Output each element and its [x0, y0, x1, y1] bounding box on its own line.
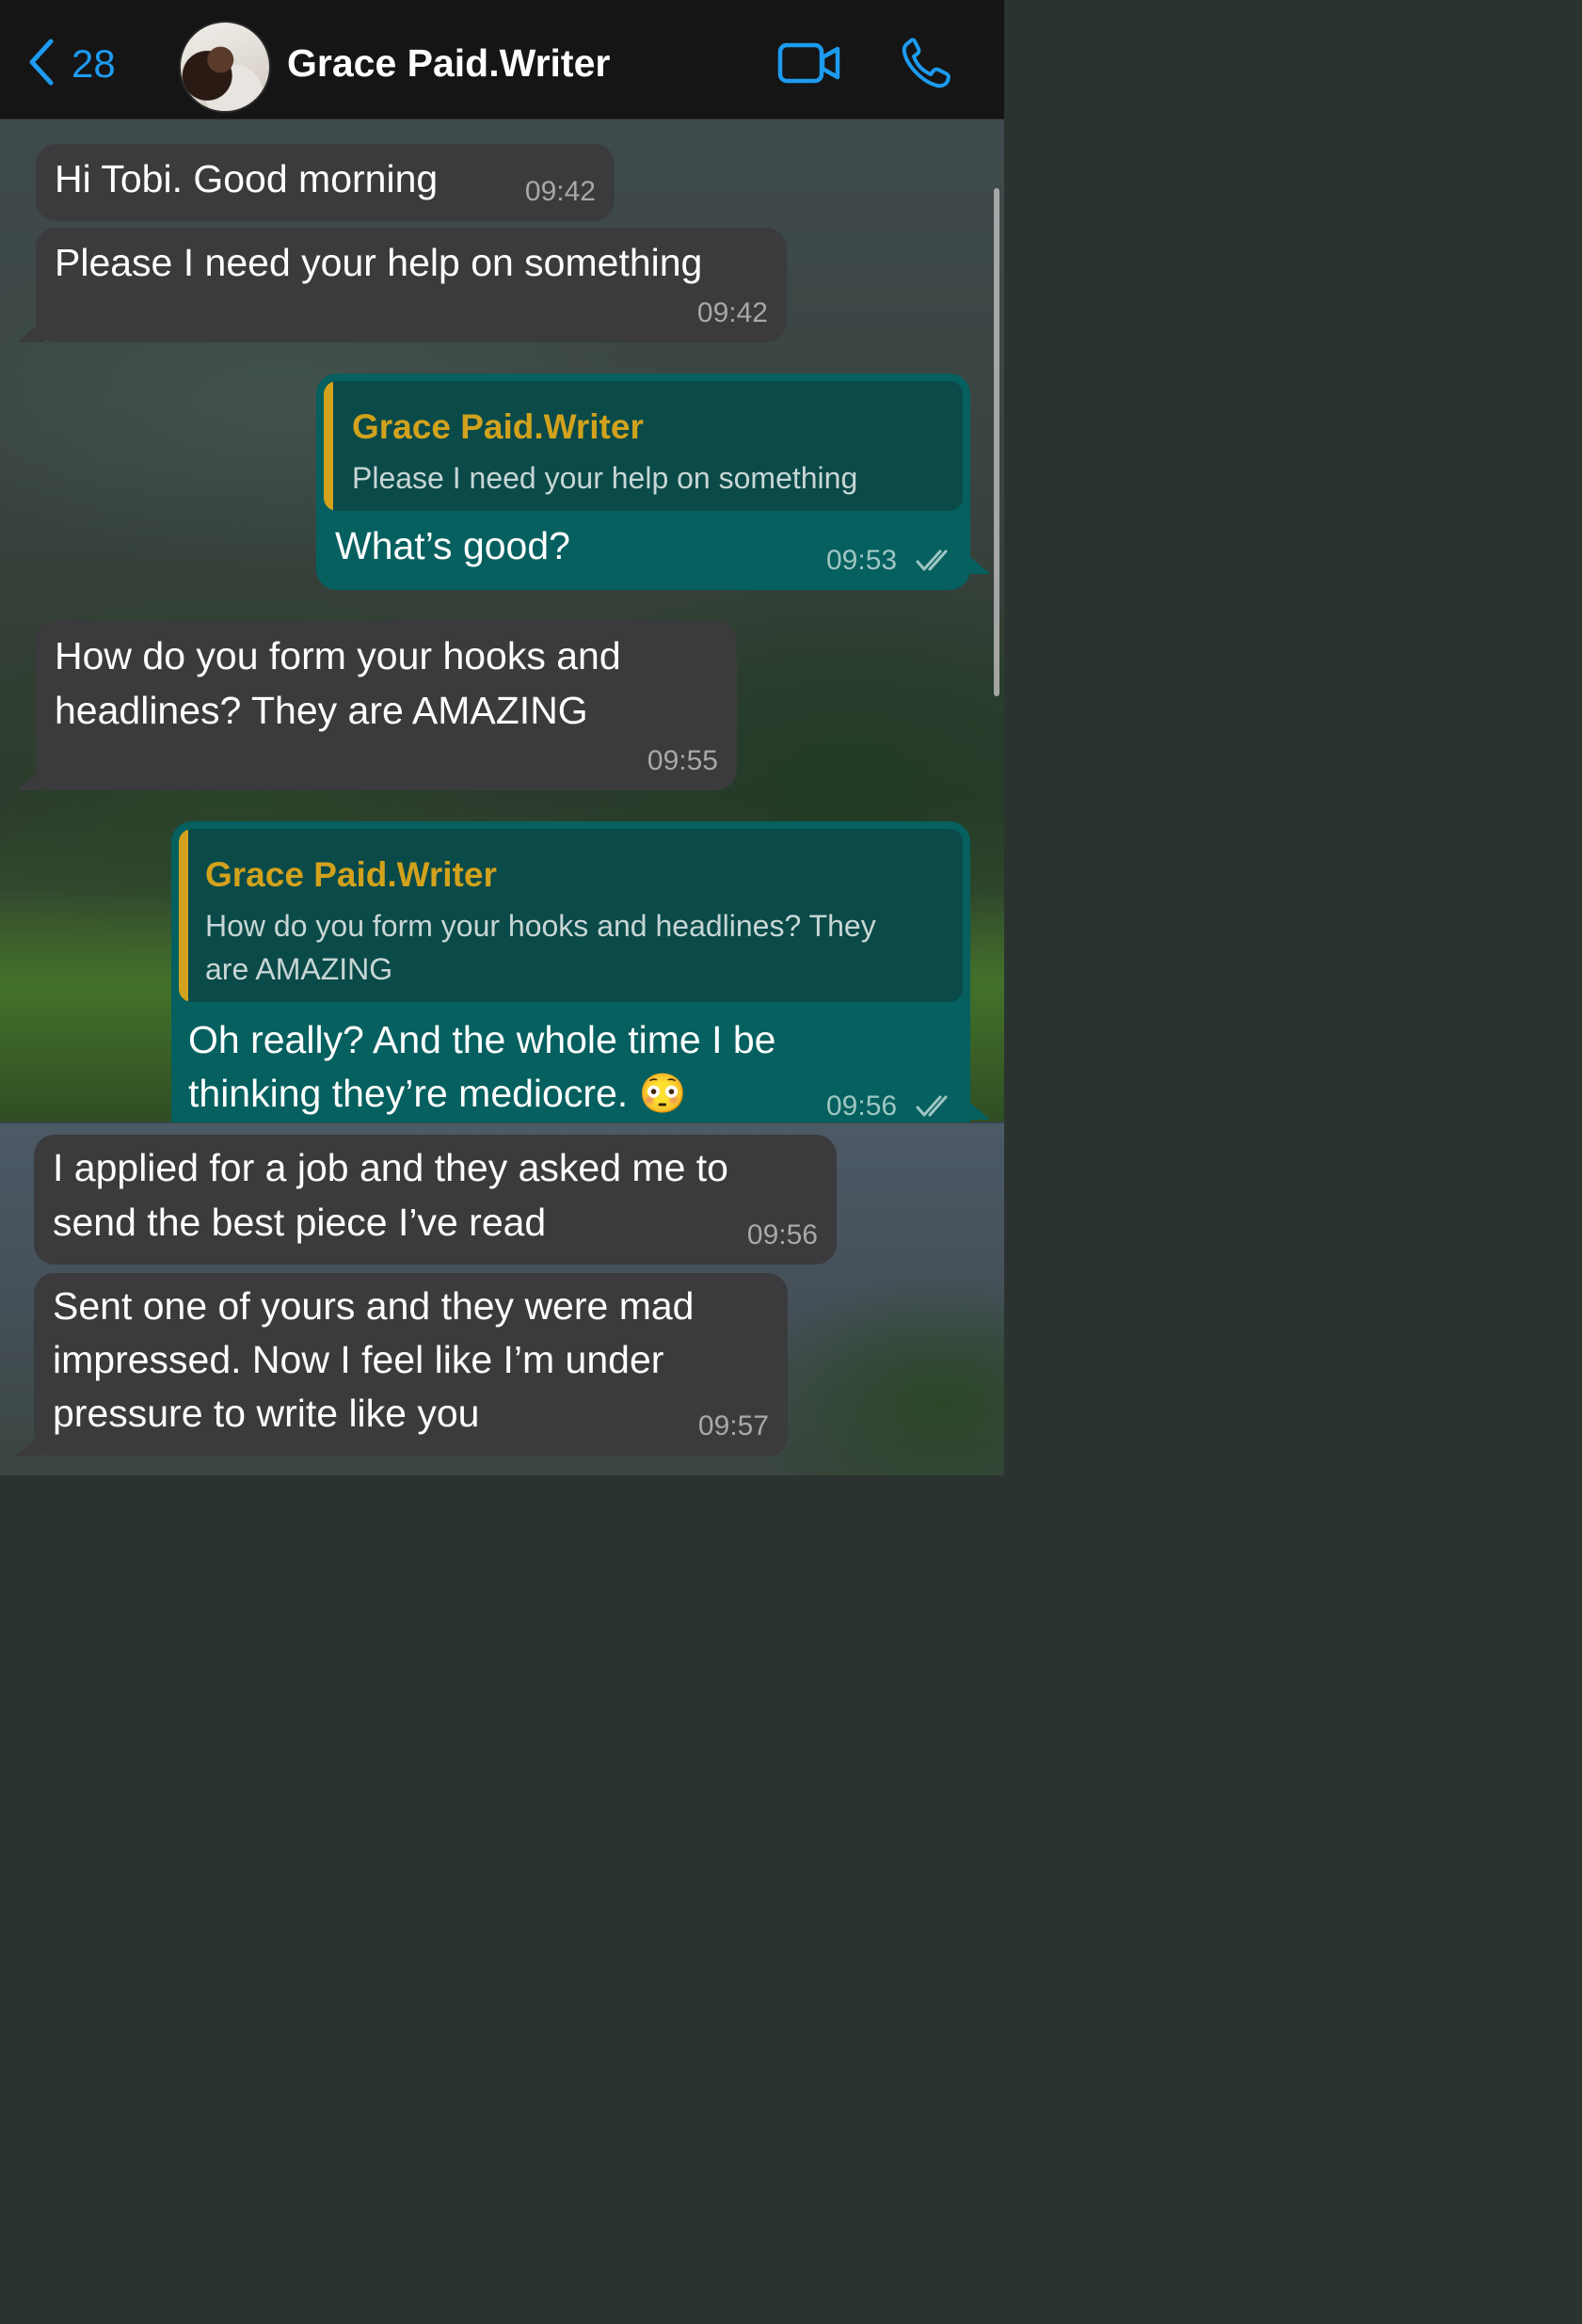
message-text: Hi Tobi. Good morning [55, 157, 439, 200]
unread-count: 28 [72, 41, 116, 86]
message-bubble-incoming[interactable]: Please I need your help on something 09:… [36, 228, 787, 342]
message-bubble-incoming[interactable]: Hi Tobi. Good morning 09:42 [36, 144, 615, 221]
quote-text: Please I need your help on something [352, 461, 858, 495]
avatar[interactable] [179, 21, 271, 113]
message-time: 09:53 [826, 545, 898, 576]
back-button[interactable]: 28 [26, 38, 116, 90]
quote-bar [324, 381, 333, 511]
message-bubble-incoming[interactable]: How do you form your hooks and headlines… [36, 621, 737, 790]
message-time: 09:42 [696, 297, 768, 328]
phone-call-icon[interactable] [900, 38, 952, 94]
message-text-line: I applied for a job and they asked me to [53, 1146, 728, 1189]
message-time: 09:56 [826, 1090, 898, 1122]
message-bubble-outgoing[interactable]: Grace Paid.Writer How do you form your h… [171, 821, 970, 1122]
message-text: What’s good? [335, 524, 570, 567]
reply-quote[interactable]: Grace Paid.Writer Please I need your hel… [324, 381, 963, 511]
message-time: 09:56 [746, 1219, 818, 1250]
message-bubble-incoming[interactable]: Sent one of yours and they were mad impr… [34, 1273, 788, 1456]
chat-header: 28 Grace Paid.Writer [0, 0, 1004, 119]
video-call-icon[interactable] [777, 41, 841, 88]
message-time: 09:57 [697, 1410, 769, 1441]
quote-text-line: are AMAZING [205, 952, 393, 986]
message-bubble-incoming[interactable]: I applied for a job and they asked me to… [34, 1135, 837, 1265]
message-text: Please I need your help on something [55, 241, 703, 284]
read-ticks-icon [916, 549, 955, 578]
quote-text-line: How do you form your hooks and headlines… [205, 909, 876, 943]
message-time: 09:55 [647, 745, 718, 776]
contact-name[interactable]: Grace Paid.Writer [287, 41, 610, 86]
quote-bar [179, 829, 188, 1002]
reply-quote[interactable]: Grace Paid.Writer How do you form your h… [179, 829, 963, 1002]
scrollbar[interactable] [994, 188, 999, 696]
message-time: 09:42 [524, 176, 596, 207]
quote-author: Grace Paid.Writer [205, 855, 497, 894]
message-text-line: thinking they’re mediocre. 😳 [188, 1072, 687, 1115]
message-bubble-outgoing[interactable]: Grace Paid.Writer Please I need your hel… [316, 374, 970, 590]
chevron-left-icon [26, 38, 56, 90]
quote-author: Grace Paid.Writer [352, 407, 644, 446]
message-text-line: How do you form your hooks and [55, 634, 621, 677]
read-ticks-icon [916, 1094, 955, 1123]
message-text-line: send the best piece I’ve read [53, 1201, 547, 1244]
message-text-line: headlines? They are AMAZING [55, 689, 588, 732]
message-text-line: Oh really? And the whole time I be [188, 1018, 776, 1061]
message-text-line: Sent one of yours and they were mad [53, 1284, 695, 1328]
message-text-line: impressed. Now I feel like I’m under [53, 1338, 664, 1381]
message-text-line: pressure to write like you [53, 1392, 480, 1435]
